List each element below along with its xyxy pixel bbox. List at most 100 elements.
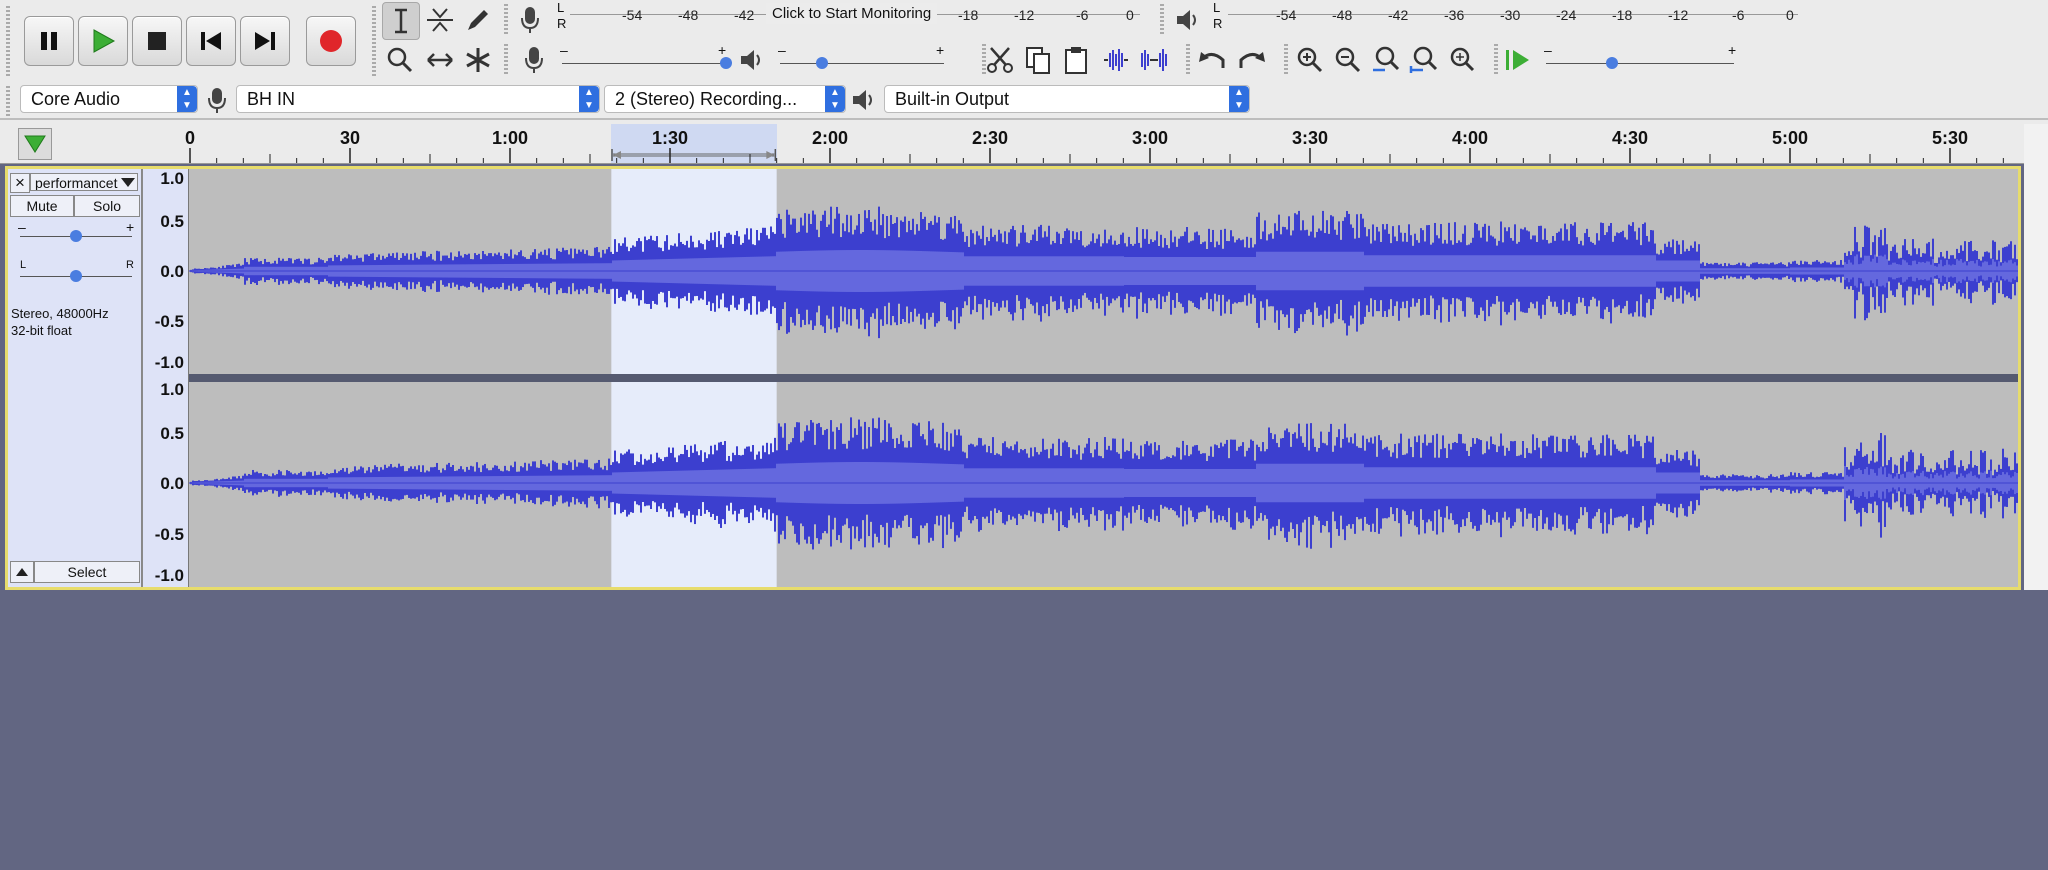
vertical-scrollbar[interactable] — [2024, 124, 2048, 590]
multi-tool-button[interactable] — [460, 42, 496, 78]
record-meter-channels: L R — [557, 0, 566, 32]
chevron-down-icon — [121, 178, 135, 187]
toolbar-grip[interactable] — [504, 4, 508, 36]
speaker-icon — [741, 50, 760, 70]
skip-to-start-button[interactable] — [186, 16, 236, 66]
toolbar-area: L R -54 -48 -42 Click to Start Monitorin… — [0, 0, 2048, 124]
record-button[interactable] — [306, 16, 356, 66]
stop-button[interactable] — [132, 16, 182, 66]
redo-icon — [1239, 52, 1265, 68]
playback-meter[interactable]: -54 -48 -42 -36 -30 -24 -18 -12 -6 0 — [1228, 2, 1798, 32]
audio-host-select[interactable]: Core Audio ▲ ▼ — [20, 85, 198, 113]
meter-scale-label: -18 — [958, 7, 979, 23]
meter-scale-label: 0 — [1126, 7, 1134, 23]
meter-scale-label: -12 — [1668, 7, 1689, 23]
track-name: performancet — [35, 175, 118, 191]
copy-button[interactable] — [1020, 42, 1056, 78]
silence-audio-button[interactable] — [1136, 42, 1172, 78]
slider-thumb[interactable] — [1606, 57, 1618, 69]
cut-button[interactable] — [982, 42, 1018, 78]
trim-audio-button[interactable] — [1098, 42, 1134, 78]
select-arrows-icon: ▲ ▼ — [177, 86, 197, 112]
gain-min-label: – — [18, 219, 26, 235]
amplitude-label: -1.0 — [154, 353, 184, 372]
amplitude-label: -1.0 — [154, 566, 184, 585]
microphone-icon — [521, 7, 539, 33]
paste-button[interactable] — [1058, 42, 1094, 78]
recording-volume-slider[interactable]: – + — [556, 42, 732, 74]
toolbar-grip[interactable] — [1160, 4, 1164, 36]
close-track-button[interactable]: × — [10, 173, 30, 193]
mute-button[interactable]: Mute — [10, 195, 74, 217]
track-menu-button[interactable]: performancet — [30, 173, 138, 191]
toolbar-grip[interactable] — [504, 44, 508, 76]
draw-tool-button[interactable] — [460, 2, 496, 38]
meter-scale-label: -42 — [1388, 7, 1409, 23]
channel-left-label: L — [1213, 0, 1221, 15]
toolbar-grip[interactable] — [6, 86, 10, 116]
pause-button[interactable] — [24, 16, 74, 66]
play-meter-channels: L R — [1213, 0, 1222, 32]
ruler-tick-marks — [189, 148, 2004, 163]
timeline-ruler[interactable]: 0 30 1:00 1:30 2:00 2:30 3:00 3:30 4:00 … — [0, 124, 2048, 164]
zoom-toggle-button[interactable] — [1444, 42, 1480, 78]
zoom-in-button[interactable] — [1292, 42, 1328, 78]
playback-volume-slider[interactable]: – + — [774, 42, 950, 74]
recording-device-select[interactable]: BH IN ▲ ▼ — [236, 85, 600, 113]
envelope-tool-button[interactable] — [422, 2, 458, 38]
slider-min-label: – — [560, 42, 568, 58]
gain-slider[interactable]: – + — [18, 219, 136, 247]
track-control-panel[interactable]: × performancet Mute Solo – + L R Stereo,… — [8, 169, 142, 587]
channel-right-label: R — [1213, 16, 1223, 31]
zoom-out-button[interactable] — [1330, 42, 1366, 78]
zoom-toggle-icon — [1450, 47, 1475, 72]
toolbar-grip[interactable] — [1494, 44, 1498, 76]
amplitude-label: -0.5 — [154, 525, 184, 544]
toolbar-grip[interactable] — [1186, 44, 1190, 76]
play-at-speed-button[interactable] — [1500, 42, 1536, 78]
toolbar-grip[interactable] — [372, 6, 376, 76]
time-shift-tool-button[interactable] — [422, 42, 458, 78]
collapse-track-button[interactable] — [10, 561, 34, 583]
select-track-button[interactable]: Select — [34, 561, 140, 583]
slider-max-label: + — [1728, 42, 1737, 58]
playback-device-value: Built-in Output — [895, 89, 1010, 109]
recording-channels-select[interactable]: 2 (Stereo) Recording... ▲ ▼ — [604, 85, 846, 113]
play-speed-slider[interactable]: – + — [1540, 42, 1740, 74]
gain-slider-thumb[interactable] — [70, 230, 82, 242]
microphone-icon — [525, 47, 543, 73]
recording-volume-icon-holder — [516, 42, 552, 78]
toolbar-grip[interactable] — [1284, 44, 1288, 76]
recording-meter[interactable]: -54 -48 -42 Click to Start Monitoring -1… — [570, 2, 1140, 32]
waveform-display[interactable] — [189, 169, 2018, 587]
fit-project-button[interactable] — [1406, 42, 1442, 78]
stop-icon — [148, 32, 166, 50]
undo-button[interactable] — [1194, 42, 1230, 78]
slider-thumb[interactable] — [720, 57, 732, 69]
meter-scale-label: -6 — [1076, 7, 1089, 23]
toolbar-grip[interactable] — [6, 6, 10, 76]
record-icon — [320, 30, 342, 52]
recording-device-value: BH IN — [247, 89, 296, 109]
zoom-tool-button[interactable] — [382, 42, 418, 78]
amplitude-label: 0.0 — [160, 262, 184, 281]
pan-slider-thumb[interactable] — [70, 270, 82, 282]
amplitude-ruler[interactable]: 1.0 0.5 0.0 -0.5 -1.0 1.0 0.5 0.0 -0.5 -… — [143, 169, 189, 587]
play-button[interactable] — [78, 16, 128, 66]
selection-tool-button[interactable] — [382, 2, 420, 40]
playback-device-select[interactable]: Built-in Output ▲ ▼ — [884, 85, 1250, 113]
fit-selection-button[interactable] — [1368, 42, 1404, 78]
record-meter-button[interactable] — [512, 2, 548, 38]
audio-host-value: Core Audio — [31, 89, 121, 109]
track-info: Stereo, 48000Hz 32-bit float — [11, 305, 109, 339]
redo-button[interactable] — [1234, 42, 1270, 78]
skip-to-end-button[interactable] — [240, 16, 290, 66]
solo-button[interactable]: Solo — [74, 195, 140, 217]
slider-thumb[interactable] — [816, 57, 828, 69]
start-monitoring-prompt[interactable]: Click to Start Monitoring — [766, 3, 938, 24]
pan-slider[interactable]: L R — [18, 259, 136, 287]
play-meter-button[interactable] — [1170, 2, 1206, 38]
slider-min-label: – — [778, 42, 786, 58]
play-icon — [93, 29, 116, 53]
play-at-speed-icon — [1506, 50, 1529, 70]
